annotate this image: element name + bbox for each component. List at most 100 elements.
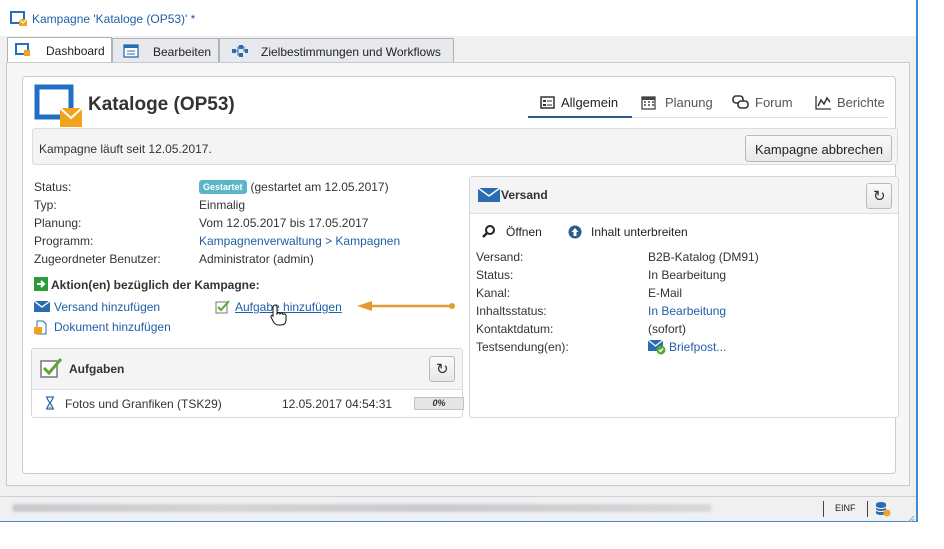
application-window: Kampagne 'Kataloge (OP53)' * Dashboard B… <box>0 0 918 523</box>
blurred-url <box>12 504 712 512</box>
hourglass-icon <box>45 396 55 413</box>
button-label: Kampagne abbrechen <box>755 142 883 157</box>
status-badge: Gestartet <box>199 180 247 194</box>
nav-label: Berichte <box>837 95 885 110</box>
add-document-label: Dokument hinzufügen <box>54 320 171 334</box>
status-separator <box>823 501 824 517</box>
desktop-background <box>918 0 944 549</box>
campaign-icon <box>10 11 28 30</box>
add-task-link[interactable]: Aufgabe hinzufügen <box>215 300 365 316</box>
campaign-status-bar: Kampagne läuft seit 12.05.2017. Kampagne… <box>32 128 898 165</box>
type-label: Typ: <box>34 198 57 212</box>
nav-label: Allgemein <box>561 95 619 110</box>
delivery-field-value: E-Mail <box>648 286 683 300</box>
delivery-box: Versand ↻ Öffnen Inhalt unterbreiten Ver… <box>469 176 899 418</box>
delivery-field-label: Inhaltsstatus: <box>476 304 547 318</box>
delivery-field-label: Kontaktdatum: <box>476 322 554 336</box>
add-task-label: Aufgabe hinzufügen <box>235 300 342 314</box>
list-icon <box>540 96 555 112</box>
add-delivery-label: Versand hinzufügen <box>54 300 161 314</box>
tasks-header: Aufgaben ↻ <box>32 349 462 390</box>
tab-label: Dashboard <box>46 44 105 58</box>
task-check-icon <box>215 300 230 317</box>
delivery-field-label: Status: <box>476 268 514 282</box>
type-value: Einmalig <box>199 198 246 212</box>
status-date: (gestartet am 12.05.2017) <box>250 180 389 194</box>
planning-label: Planung: <box>34 216 82 230</box>
input-mode-indicator: EINF <box>835 503 856 513</box>
nav-allgemein[interactable]: Allgemein <box>538 93 632 115</box>
status-text: Kampagne läuft seit 12.05.2017. <box>39 142 212 156</box>
tab-strip: Dashboard Bearbeiten Zielbestimmungen un… <box>0 36 916 62</box>
nav-planung[interactable]: Planung <box>639 93 719 115</box>
tasks-title: Aufgaben <box>69 362 125 376</box>
resize-grip-icon[interactable] <box>905 512 915 523</box>
page-title: Kataloge (OP53) <box>88 94 235 115</box>
delivery-field-label: Testsendung(en): <box>476 340 569 354</box>
dashboard-icon <box>15 43 31 60</box>
open-label: Öffnen <box>506 225 542 239</box>
arrow-right-icon <box>34 277 48 294</box>
campaign-panel: Kataloge (OP53) Allgemein Planung Forum <box>22 76 899 474</box>
hand-cursor-icon <box>270 304 288 329</box>
delivery-field-value: In Bearbeitung <box>648 268 727 282</box>
tasks-box: Aufgaben ↻ Fotos und Granfiken (TSK29) 1… <box>31 348 464 418</box>
delivery-field-value: (sofort) <box>648 322 687 336</box>
proof-link[interactable]: Briefpost... <box>669 340 726 354</box>
nav-berichte[interactable]: Berichte <box>814 93 892 115</box>
nav-label: Planung <box>665 95 713 110</box>
user-label: Zugeordneter Benutzer: <box>34 252 161 266</box>
tab-bearbeiten[interactable]: Bearbeiten <box>112 38 219 62</box>
task-row[interactable]: Fotos und Granfiken (TSK29) 12.05.2017 0… <box>32 390 464 416</box>
envelope-icon <box>33 300 51 316</box>
dashboard-content: Kataloge (OP53) Allgemein Planung Forum <box>6 62 910 486</box>
chart-icon <box>815 95 832 113</box>
campaign-logo-icon <box>34 84 84 133</box>
upload-circle-icon <box>568 225 582 242</box>
workflow-icon <box>231 44 249 61</box>
status-label: Status: <box>34 180 72 194</box>
content-status-link[interactable]: In Bearbeitung <box>648 304 726 318</box>
actions-title: Aktion(en) bezüglich der Kampagne: <box>51 278 260 292</box>
status-value: Gestartet (gestartet am 12.05.2017) <box>199 180 389 194</box>
submit-label: Inhalt unterbreiten <box>591 225 688 239</box>
submit-content-button[interactable]: Inhalt unterbreiten <box>568 225 708 241</box>
abort-campaign-button[interactable]: Kampagne abbrechen <box>745 135 892 162</box>
task-progress: 0% <box>414 397 464 410</box>
tab-label: Bearbeiten <box>153 45 212 59</box>
delivery-field-label: Kanal: <box>476 286 511 300</box>
envelope-icon <box>477 187 501 206</box>
edit-icon <box>123 44 139 61</box>
annotation-arrow <box>357 299 457 316</box>
task-name: Fotos und Granfiken (TSK29) <box>65 397 222 411</box>
planning-value: Vom 12.05.2017 bis 17.05.2017 <box>199 216 369 230</box>
delivery-refresh-button[interactable]: ↻ <box>866 183 892 209</box>
bottom-status-bar: EINF <box>0 496 916 521</box>
window-title: Kampagne 'Kataloge (OP53)' * <box>32 12 196 26</box>
forum-icon <box>732 95 749 113</box>
database-icon <box>875 501 891 520</box>
document-icon <box>34 320 49 338</box>
tab-dashboard[interactable]: Dashboard <box>7 37 112 62</box>
delivery-header: Versand ↻ <box>470 177 898 214</box>
refresh-icon: ↻ <box>873 188 886 205</box>
proof-check-icon <box>647 339 666 358</box>
nav-active-indicator <box>528 116 632 118</box>
open-delivery-button[interactable]: Öffnen <box>482 225 552 241</box>
nav-forum[interactable]: Forum <box>730 93 800 115</box>
status-separator <box>867 501 868 517</box>
magnifier-icon <box>482 225 496 242</box>
task-check-icon <box>40 357 63 382</box>
add-document-link[interactable]: Dokument hinzufügen <box>34 320 194 336</box>
delivery-field-label: Versand: <box>476 250 524 264</box>
tasks-refresh-button[interactable]: ↻ <box>429 356 455 382</box>
task-date: 12.05.2017 04:54:31 <box>282 397 393 411</box>
delivery-title: Versand <box>501 188 548 202</box>
calendar-icon <box>641 95 656 113</box>
tab-zielbestimmungen[interactable]: Zielbestimmungen und Workflows <box>219 38 454 62</box>
add-delivery-link[interactable]: Versand hinzufügen <box>33 300 184 316</box>
program-label: Programm: <box>34 234 94 248</box>
program-link[interactable]: Kampagnenverwaltung > Kampagnen <box>199 234 400 248</box>
delivery-field-value: B2B-Katalog (DM91) <box>648 250 759 264</box>
window-titlebar: Kampagne 'Kataloge (OP53)' * <box>0 0 916 36</box>
